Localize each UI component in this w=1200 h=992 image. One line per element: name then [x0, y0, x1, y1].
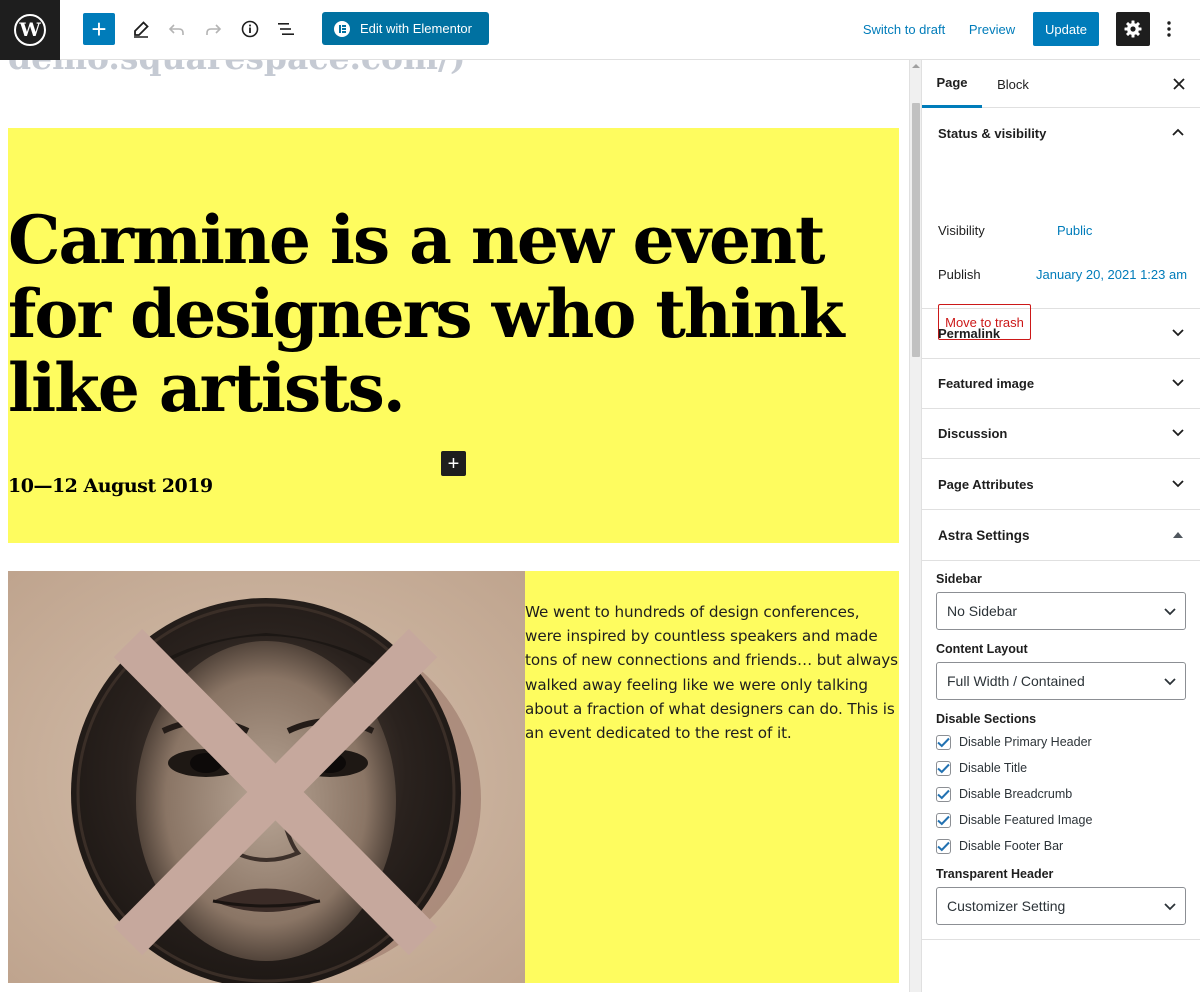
- more-vertical-icon: [1167, 21, 1171, 37]
- tools-pencil-button[interactable]: [125, 12, 157, 46]
- hero-cover-block[interactable]: Carmine is a new event for designers who…: [8, 128, 899, 543]
- event-date-heading[interactable]: 10—12 August 2019: [8, 475, 213, 497]
- caret-up-icon: [1171, 528, 1185, 542]
- chevron-down-icon: [1171, 426, 1185, 440]
- chevron-down-icon: [1171, 477, 1185, 491]
- checkbox-checked-icon[interactable]: [936, 786, 951, 802]
- chevron-down-icon: [1163, 675, 1177, 689]
- close-sidebar-button[interactable]: [1167, 72, 1191, 96]
- undo-icon: [168, 24, 184, 35]
- block-inserter-button[interactable]: +: [83, 13, 115, 45]
- transparent-header-label: Transparent Header: [936, 867, 1054, 881]
- publish-label: Publish: [938, 267, 981, 282]
- pencil-icon: [134, 21, 149, 38]
- redo-icon: [206, 24, 222, 35]
- sidebar-field-label: Sidebar: [936, 572, 982, 586]
- disable-featured-image-label: Disable Featured Image: [959, 813, 1093, 827]
- media-image[interactable]: [8, 571, 525, 983]
- list-view-button[interactable]: [270, 12, 302, 46]
- status-visibility-header[interactable]: Status & visibility: [922, 108, 1200, 158]
- media-text-column[interactable]: We went to hundreds of design conference…: [525, 571, 899, 983]
- astra-settings-title: Astra Settings: [938, 528, 1030, 543]
- settings-toggle-button[interactable]: [1116, 12, 1150, 46]
- permalink-panel-toggle[interactable]: Permalink: [922, 309, 1200, 359]
- switch-to-draft-button[interactable]: Switch to draft: [860, 12, 948, 46]
- sidebar-select-value: No Sidebar: [947, 603, 1018, 619]
- canvas-scrollbar[interactable]: [909, 60, 921, 992]
- scroll-up-arrow-icon[interactable]: [912, 64, 920, 68]
- page-attributes-panel-toggle[interactable]: Page Attributes: [922, 460, 1200, 510]
- discussion-title: Discussion: [938, 426, 1008, 441]
- checkbox-checked-icon[interactable]: [936, 734, 951, 750]
- astra-settings-panel-toggle[interactable]: Astra Settings: [922, 511, 1200, 561]
- chevron-down-icon: [1163, 900, 1177, 914]
- publish-date-toggle[interactable]: January 20, 2021 1:23 am: [1036, 267, 1187, 282]
- disable-primary-header-option[interactable]: Disable Primary Header: [936, 733, 1092, 751]
- transparent-header-select[interactable]: Customizer Setting: [936, 887, 1186, 925]
- content-layout-select[interactable]: Full Width / Contained: [936, 662, 1186, 700]
- disable-breadcrumb-option[interactable]: Disable Breadcrumb: [936, 785, 1072, 803]
- disable-primary-header-label: Disable Primary Header: [959, 735, 1092, 749]
- checkbox-checked-icon[interactable]: [936, 838, 951, 854]
- astra-settings-body: Sidebar No Sidebar Content Layout Full W…: [922, 562, 1200, 940]
- featured-image-panel-toggle[interactable]: Featured image: [922, 359, 1200, 409]
- permalink-title: Permalink: [938, 326, 1001, 341]
- update-button[interactable]: Update: [1033, 12, 1099, 46]
- chevron-down-icon: [1163, 605, 1177, 619]
- undo-button[interactable]: [161, 12, 193, 46]
- transparent-header-value: Customizer Setting: [947, 898, 1066, 914]
- partial-link-text: demo.squarespace.com/): [8, 60, 466, 77]
- edit-with-elementor-button[interactable]: Edit with Elementor: [322, 12, 489, 45]
- chevron-down-icon: [1171, 326, 1185, 340]
- checkbox-checked-icon[interactable]: [936, 760, 951, 776]
- visibility-label: Visibility: [938, 223, 985, 238]
- list-view-icon: [278, 23, 294, 35]
- editor-canvas[interactable]: demo.squarespace.com/) Carmine is a new …: [0, 60, 909, 992]
- redo-button[interactable]: [197, 12, 229, 46]
- hero-heading[interactable]: Carmine is a new event for designers who…: [8, 203, 878, 425]
- disable-title-label: Disable Title: [959, 761, 1028, 775]
- gear-icon: [1124, 20, 1142, 38]
- media-paragraph[interactable]: We went to hundreds of design conference…: [525, 600, 899, 745]
- checkbox-checked-icon[interactable]: [936, 812, 951, 828]
- disable-footer-bar-option[interactable]: Disable Footer Bar: [936, 837, 1063, 855]
- editor-toolbar: W + Edit with Elementor Switch to draft …: [0, 0, 1200, 60]
- chevron-down-icon: [1171, 376, 1185, 390]
- sidebar-select[interactable]: No Sidebar: [936, 592, 1186, 630]
- disable-footer-bar-label: Disable Footer Bar: [959, 839, 1064, 853]
- disable-sections-label: Disable Sections: [936, 712, 1037, 726]
- tab-block[interactable]: Block: [992, 60, 1034, 108]
- media-text-block[interactable]: We went to hundreds of design conference…: [8, 571, 899, 983]
- sidebar-tabs: Page Block: [922, 60, 1200, 108]
- elementor-icon: [334, 20, 350, 37]
- add-block-button[interactable]: +: [441, 451, 466, 476]
- status-visibility-panel: Status & visibility Visibility Public Pu…: [922, 108, 1200, 340]
- close-icon: [1173, 78, 1185, 90]
- disable-featured-image-option[interactable]: Disable Featured Image: [936, 811, 1092, 829]
- page-attributes-title: Page Attributes: [938, 477, 1034, 492]
- disable-breadcrumb-label: Disable Breadcrumb: [959, 787, 1073, 801]
- discussion-panel-toggle[interactable]: Discussion: [922, 409, 1200, 459]
- disable-title-option[interactable]: Disable Title: [936, 759, 1027, 777]
- visibility-toggle[interactable]: Public: [1057, 223, 1092, 238]
- more-options-button[interactable]: [1158, 12, 1180, 46]
- settings-sidebar: Page Block Status & visibility Visibilit…: [921, 60, 1200, 992]
- wordpress-logo-icon: W: [14, 14, 46, 46]
- chevron-up-icon: [1171, 125, 1185, 139]
- tab-page[interactable]: Page: [922, 60, 982, 108]
- elementor-button-label: Edit with Elementor: [360, 21, 472, 36]
- crossed-face-plate-image: [8, 571, 525, 983]
- status-visibility-title: Status & visibility: [938, 125, 1047, 141]
- content-layout-label: Content Layout: [936, 642, 1028, 656]
- preview-button[interactable]: Preview: [968, 12, 1016, 46]
- scrollbar-thumb[interactable]: [912, 103, 920, 357]
- featured-image-title: Featured image: [938, 376, 1035, 391]
- wordpress-logo-button[interactable]: W: [0, 0, 60, 60]
- info-icon: [241, 20, 259, 38]
- content-layout-value: Full Width / Contained: [947, 673, 1085, 689]
- details-info-button[interactable]: [234, 12, 266, 46]
